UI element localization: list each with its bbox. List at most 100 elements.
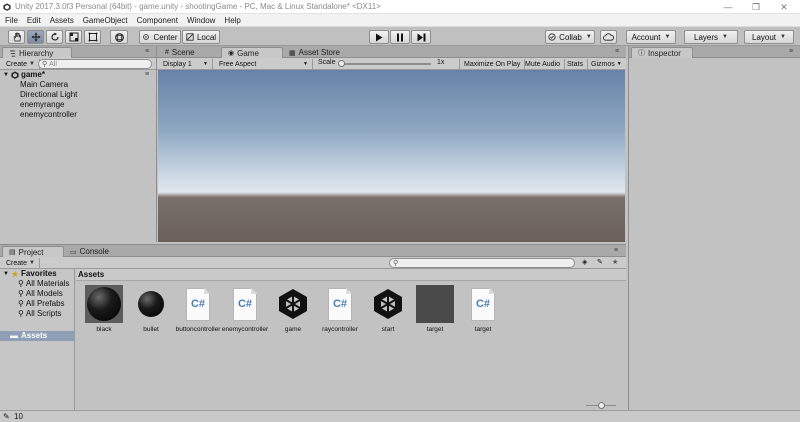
hierarchy-item[interactable]: Main Camera <box>0 80 156 90</box>
rect-tool-button[interactable] <box>84 30 101 44</box>
project-create-button[interactable]: Create ▼ <box>2 258 40 268</box>
filter-label-icon[interactable]: ✎ <box>597 258 603 266</box>
aspect-dropdown[interactable]: Free Aspect ▼ <box>215 59 313 69</box>
favorite-item[interactable]: ⚲ All Prefabs <box>0 299 74 309</box>
menu-edit[interactable]: Edit <box>27 16 41 25</box>
rotate-icon <box>50 32 59 41</box>
menu-assets[interactable]: Assets <box>50 16 74 25</box>
chevron-down-icon: ▼ <box>303 61 308 67</box>
scene-root[interactable]: ▼ game* ≡ <box>0 70 156 80</box>
space-local-toggle[interactable]: Local <box>182 30 220 44</box>
step-icon <box>417 33 425 41</box>
panel-menu-icon[interactable]: ≡ <box>615 48 619 55</box>
menu-bar: File Edit Assets GameObject Component Wi… <box>0 14 800 27</box>
filter-type-icon[interactable]: ◈ <box>582 258 587 266</box>
mute-label: Mute Audio <box>525 60 561 68</box>
search-icon: ⚲ <box>18 279 24 288</box>
scale-label: Scale <box>318 59 336 66</box>
gizmos-dropdown[interactable]: Gizmos ▼ <box>587 59 626 69</box>
cloud-button[interactable] <box>600 30 617 44</box>
favorites-root[interactable]: ▼ ★ Favorites <box>0 269 74 279</box>
display-label: Display 1 <box>163 60 192 68</box>
asset-item[interactable]: black <box>80 285 128 345</box>
scale-tool-button[interactable] <box>65 30 82 44</box>
tab-hierarchy[interactable]: Hierarchy <box>2 47 72 58</box>
pause-button[interactable] <box>390 30 410 44</box>
account-dropdown[interactable]: Account ▼ <box>626 30 676 44</box>
layers-dropdown[interactable]: Layers ▼ <box>684 30 738 44</box>
hierarchy-item[interactable]: enemyrange <box>0 100 156 110</box>
tab-asset-store[interactable]: ▦ Asset Store <box>283 47 355 58</box>
hierarchy-item[interactable]: Directional Light <box>0 90 156 100</box>
chevron-down-icon: ▼ <box>664 34 671 40</box>
favorite-star-icon[interactable]: ★ <box>612 258 618 266</box>
stats-toggle[interactable]: Stats <box>563 59 588 69</box>
pivot-label: Center <box>153 32 178 42</box>
favorite-label: All Models <box>25 289 63 298</box>
favorite-item[interactable]: ⚲ All Models <box>0 289 74 299</box>
favorite-item[interactable]: ⚲ All Materials <box>0 279 74 289</box>
favorite-item[interactable]: ⚲ All Scripts <box>0 309 74 319</box>
assets-root-folder[interactable]: ▬ Assets <box>0 331 74 341</box>
asset-item[interactable]: start <box>364 285 412 345</box>
space-label: Local <box>196 32 217 42</box>
hierarchy-icon <box>9 49 16 57</box>
transform-tool-button[interactable] <box>110 30 128 44</box>
maximize-on-play-toggle[interactable]: Maximize On Play <box>459 59 526 69</box>
play-button[interactable] <box>369 30 389 44</box>
aspect-label: Free Aspect <box>219 60 257 68</box>
asset-item[interactable]: game <box>269 285 317 345</box>
panel-menu-icon[interactable]: ≡ <box>145 48 149 55</box>
chevron-down-icon: ▼ <box>616 61 622 67</box>
console-tab-label: Console <box>79 247 109 256</box>
tab-console[interactable]: ▭ Console <box>64 246 126 257</box>
move-tool-button[interactable] <box>27 30 44 44</box>
menu-file[interactable]: File <box>5 16 18 25</box>
rotate-tool-button[interactable] <box>46 30 63 44</box>
hierarchy-create-button[interactable]: Create ▼ <box>2 59 40 69</box>
tab-game[interactable]: ◉ Game <box>221 47 283 58</box>
menu-gameobject[interactable]: GameObject <box>83 16 128 25</box>
hand-icon <box>13 32 21 42</box>
stats-label: Stats <box>567 60 583 68</box>
tab-project[interactable]: ▤ Project <box>2 246 64 257</box>
asset-item[interactable]: bullet <box>127 285 175 345</box>
menu-component[interactable]: Component <box>137 16 178 25</box>
hand-tool-button[interactable] <box>8 30 25 44</box>
pivot-center-toggle[interactable]: Center <box>139 30 181 44</box>
asset-item[interactable]: C# buttoncontroller <box>174 285 222 345</box>
icon-size-slider-thumb[interactable] <box>598 402 605 409</box>
asset-item[interactable]: C# enemycontroller <box>221 285 269 345</box>
minimize-button[interactable]: — <box>714 0 742 14</box>
step-button[interactable] <box>411 30 431 44</box>
asset-item[interactable]: C# raycontroller <box>316 285 364 345</box>
mute-audio-toggle[interactable]: Mute Audio <box>521 59 566 69</box>
collab-dropdown[interactable]: Collab ▼ <box>545 30 595 44</box>
close-button[interactable]: ✕ <box>770 0 798 14</box>
tab-inspector[interactable]: ⓘ Inspector <box>631 47 693 58</box>
game-controller-icon: ◉ <box>228 50 235 57</box>
hierarchy-search-input[interactable]: ⚲ All <box>38 59 152 69</box>
game-viewport[interactable] <box>158 70 625 242</box>
menu-window[interactable]: Window <box>187 16 215 25</box>
tab-scene[interactable]: # Scene <box>159 47 221 58</box>
chevron-down-icon: ▼ <box>585 34 592 40</box>
display-dropdown[interactable]: Display 1 ▼ <box>159 59 213 69</box>
breadcrumb-assets[interactable]: Assets <box>78 270 104 279</box>
scale-slider-thumb[interactable] <box>338 60 345 67</box>
maximize-button[interactable]: ❐ <box>742 0 770 14</box>
panel-menu-icon[interactable]: ≡ <box>789 48 793 55</box>
asset-item[interactable]: C# target <box>459 285 507 345</box>
folder-icon: ▤ <box>9 249 16 256</box>
gizmos-label: Gizmos <box>591 60 615 68</box>
scene-menu-icon[interactable]: ≡ <box>145 70 149 80</box>
project-search-input[interactable]: ⚲ <box>389 258 575 268</box>
scale-slider-track[interactable] <box>341 63 431 65</box>
menu-help[interactable]: Help <box>224 16 240 25</box>
layout-dropdown[interactable]: Layout ▼ <box>744 30 794 44</box>
search-icon: ⚲ <box>18 299 24 308</box>
hierarchy-item[interactable]: enemycontroller <box>0 110 156 120</box>
asset-item[interactable]: target <box>411 285 459 345</box>
main-toolbar: Center Local Collab ▼ Account ▼ Layers ▼… <box>0 27 800 46</box>
panel-menu-icon[interactable]: ≡ <box>614 247 618 254</box>
